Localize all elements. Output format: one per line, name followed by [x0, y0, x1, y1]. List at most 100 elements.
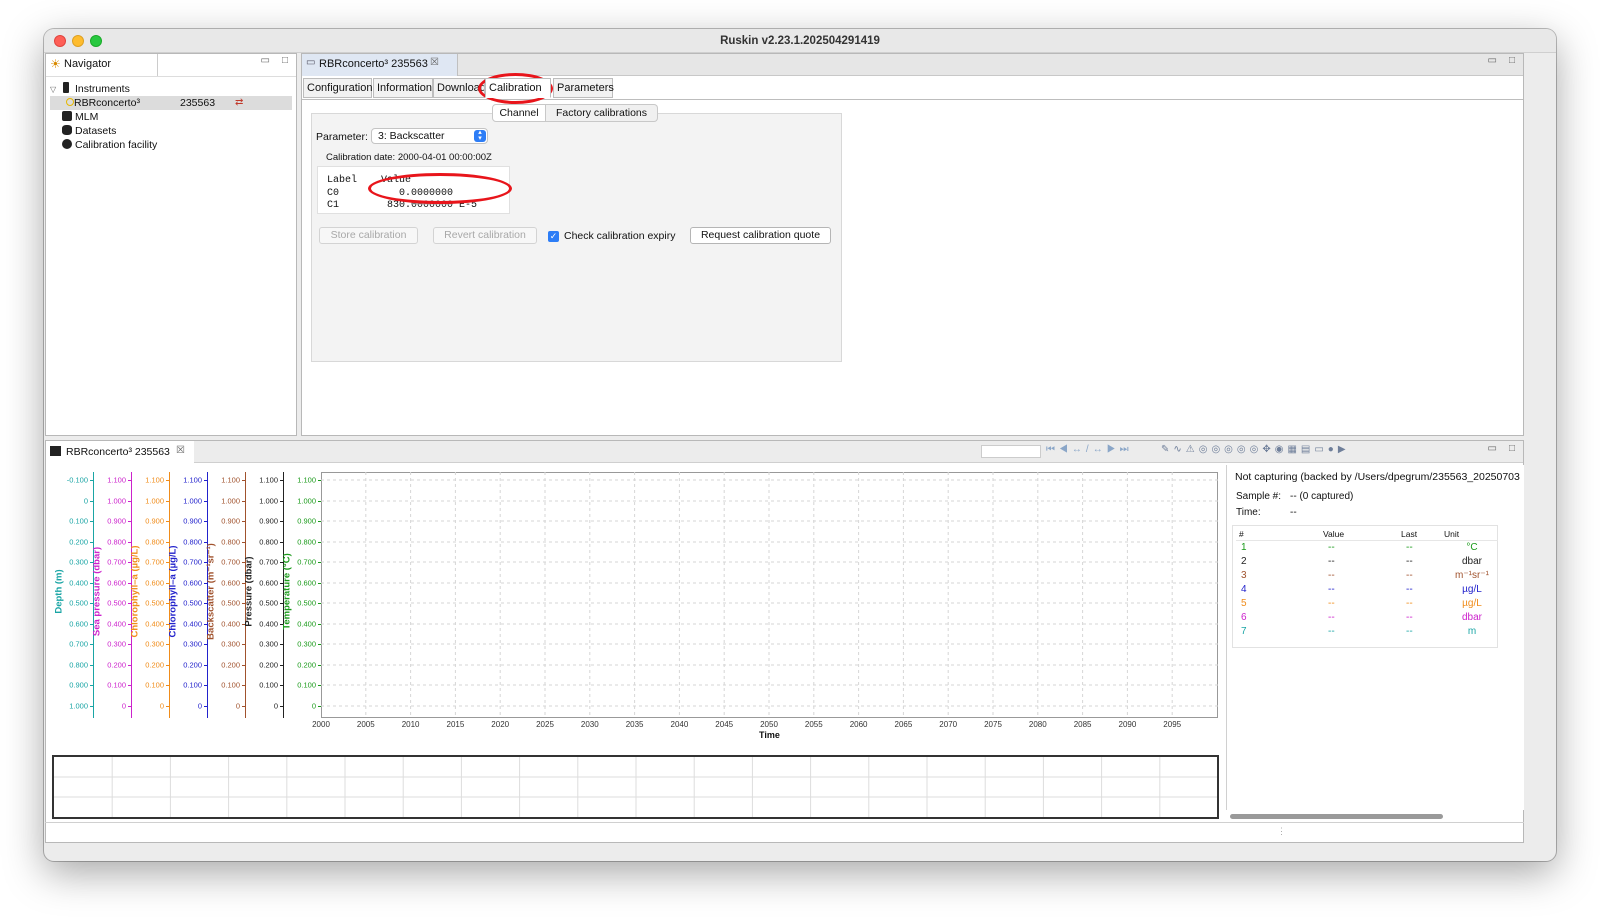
- maximize-view-icon[interactable]: □: [1509, 443, 1515, 454]
- live-cell-value: --: [1328, 612, 1335, 623]
- y-tick-label: 0.400: [297, 619, 316, 629]
- tree-item-rbrconcerto[interactable]: RBRconcerto³ 235563 ⇄: [50, 96, 292, 110]
- navigator-tab[interactable]: ☀ Navigator: [46, 54, 158, 76]
- subtab-label: Factory calibrations: [555, 107, 648, 119]
- tree-item-label: Calibration facility: [75, 139, 158, 151]
- zoom-combo[interactable]: [981, 445, 1041, 458]
- datasets-icon: [62, 125, 72, 135]
- mlm-icon: [62, 111, 72, 121]
- tab-calibration[interactable]: Calibration: [485, 78, 551, 98]
- y-tick-label: 0.100: [297, 680, 316, 690]
- maximize-view-icon[interactable]: □: [282, 55, 288, 66]
- y-tick-label: 0.500: [221, 598, 240, 608]
- plot-area[interactable]: [321, 472, 1218, 718]
- live-table-row[interactable]: 5 -- -- µg/L: [1236, 597, 1498, 611]
- check-expiry-label[interactable]: Check calibration expiry: [564, 230, 675, 242]
- expand-chevron-icon[interactable]: ▽: [50, 85, 56, 94]
- live-table-row[interactable]: 7 -- -- m: [1236, 625, 1498, 639]
- close-window-button[interactable]: [54, 35, 66, 47]
- y-tick-label: 1.100: [259, 475, 278, 485]
- y-tick-label: 0.500: [145, 598, 164, 608]
- y-tick-label: 0.900: [107, 516, 126, 526]
- channel-subtab[interactable]: Channel: [492, 104, 546, 122]
- tree-item-calibration-facility[interactable]: Calibration facility: [50, 138, 292, 152]
- y-tick-label: 0.300: [69, 557, 88, 567]
- live-cell-unit: dbar: [1461, 556, 1482, 567]
- y-tick-label: 0.800: [107, 537, 126, 547]
- live-table-row[interactable]: 4 -- -- µg/L: [1236, 583, 1498, 597]
- live-table-row[interactable]: 6 -- -- dbar: [1236, 611, 1498, 625]
- y-tick-label: 0.500: [259, 598, 278, 608]
- overview-strip[interactable]: [52, 755, 1219, 819]
- live-table-row[interactable]: 1 -- -- °C: [1236, 541, 1498, 555]
- status-bar-separator: ⋮: [1277, 826, 1286, 836]
- tab-configuration[interactable]: Configuration: [303, 78, 372, 98]
- maximize-view-icon[interactable]: □: [1509, 55, 1515, 66]
- y-tick-label: 0.300: [145, 639, 164, 649]
- y-tick-label: 0.200: [221, 660, 240, 670]
- live-cell-last: --: [1406, 584, 1413, 595]
- zoom-window-button[interactable]: [90, 35, 102, 47]
- y-tick-label: 0.800: [221, 537, 240, 547]
- live-cell-value: --: [1328, 542, 1335, 553]
- tree-item-instruments[interactable]: ▽ Instruments: [50, 82, 292, 96]
- tree-item-mlm[interactable]: MLM: [50, 110, 292, 124]
- check-expiry-checkbox[interactable]: ✓: [548, 231, 559, 242]
- live-table-row[interactable]: 2 -- -- dbar: [1236, 555, 1498, 569]
- y-tick-label: 0.900: [297, 516, 316, 526]
- revert-calibration-button[interactable]: Revert calibration: [433, 227, 537, 244]
- store-calibration-button[interactable]: Store calibration: [319, 227, 418, 244]
- close-tab-icon[interactable]: ☒: [430, 57, 439, 68]
- y-tick-label: 1.100: [145, 475, 164, 485]
- x-tick-label: 2050: [760, 720, 778, 729]
- horizontal-scrollbar[interactable]: [1230, 814, 1443, 819]
- tree-item-label: Datasets: [75, 125, 117, 137]
- tree-item-datasets[interactable]: Datasets: [50, 124, 292, 138]
- tab-information[interactable]: Information: [373, 78, 433, 98]
- y-tick-label: 0.200: [69, 537, 88, 547]
- y-axis-title: Sea pressure (dbar): [91, 546, 103, 637]
- y-tick-label: 0.600: [69, 619, 88, 629]
- time-value: --: [1290, 507, 1297, 518]
- y-tick-label: 0.500: [183, 598, 202, 608]
- y-tick-label: 0.800: [183, 537, 202, 547]
- x-tick-label: 2025: [536, 720, 554, 729]
- plot-view-tab[interactable]: RBRconcerto³ 235563 ☒: [46, 441, 194, 463]
- y-tick-label: 0.700: [259, 557, 278, 567]
- minimize-view-icon[interactable]: ▭: [1488, 55, 1497, 66]
- y-tick-label: 1.100: [107, 475, 126, 485]
- tab-download[interactable]: Download: [433, 78, 485, 98]
- calibration-facility-icon: [62, 139, 72, 149]
- tab-parameters[interactable]: Parameters: [553, 78, 614, 98]
- y-tick-label: 0.700: [221, 557, 240, 567]
- factory-calibrations-subtab[interactable]: Factory calibrations: [546, 104, 658, 122]
- minimize-window-button[interactable]: [72, 35, 84, 47]
- live-table-row[interactable]: 3 -- -- m⁻¹sr⁻¹: [1236, 569, 1498, 583]
- y-tick-label: 0.100: [183, 680, 202, 690]
- y-tick-label: 0: [83, 496, 88, 506]
- coeff-row-value[interactable]: 0.0000000: [399, 188, 453, 199]
- parameter-select[interactable]: 3: Backscatter ▴ ▾: [371, 128, 488, 144]
- y-tick-label: 0.200: [107, 660, 126, 670]
- navigator-panel: ☀ Navigator ▭ □ ▽ Instruments RBRconcert…: [45, 53, 297, 436]
- y-tick-label: 0.300: [259, 639, 278, 649]
- y-tick-label: 0.100: [145, 680, 164, 690]
- toolbar-tool-icons[interactable]: ✎∿⚠◎◎◎◎◎✥◉▦▤▭●▶: [1161, 444, 1350, 455]
- minimize-view-icon[interactable]: ▭: [1488, 443, 1497, 454]
- y-tick-label: 0.700: [107, 557, 126, 567]
- sample-value: -- (0 captured): [1290, 491, 1354, 502]
- minimize-view-icon[interactable]: ▭: [261, 55, 270, 66]
- live-cell-unit: dbar: [1461, 612, 1482, 623]
- editor-tab[interactable]: ▭ RBRconcerto³ 235563 ☒: [302, 54, 458, 76]
- live-cell-value: --: [1328, 584, 1335, 595]
- coeff-row-value[interactable]: 830.0000000 E-5: [387, 200, 477, 211]
- navigator-tab-label: Navigator: [64, 58, 112, 70]
- toolbar-nav-icons[interactable]: ⏮◀↔/↔▶⏭: [1046, 444, 1133, 455]
- instruments-icon: [63, 82, 70, 93]
- tab-label: Configuration: [307, 82, 373, 94]
- y-tick-label: 0: [197, 701, 202, 711]
- live-cell-last: --: [1406, 542, 1413, 553]
- connection-arrows-icon[interactable]: ⇄: [235, 96, 243, 110]
- request-quote-button[interactable]: Request calibration quote: [690, 227, 831, 244]
- close-tab-icon[interactable]: ☒: [176, 445, 185, 456]
